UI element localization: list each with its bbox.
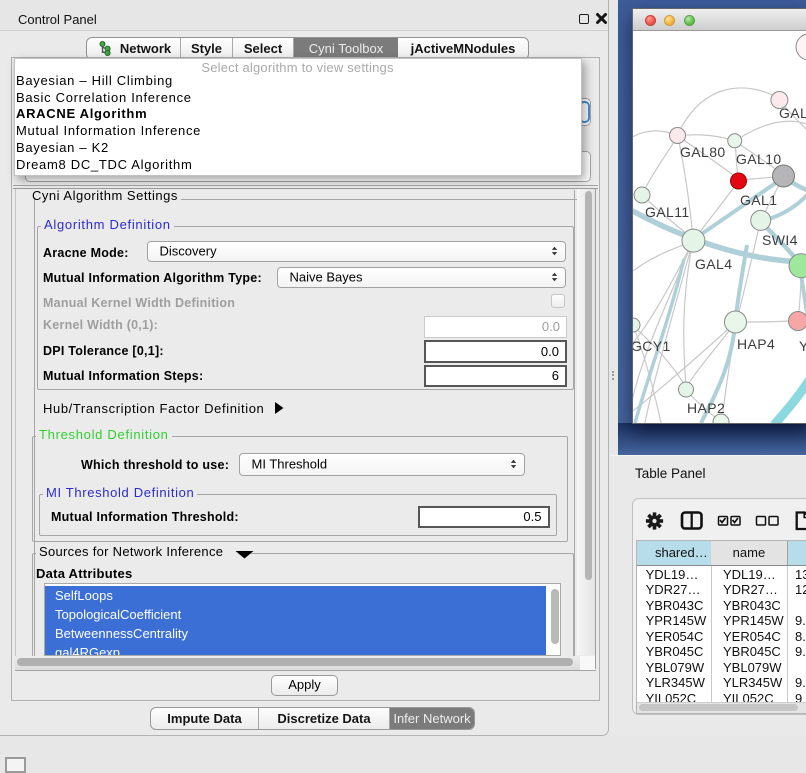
svg-text:GCY1: GCY1 <box>633 338 671 354</box>
svg-text:GAL11: GAL11 <box>645 204 690 220</box>
svg-text:SWI4: SWI4 <box>762 232 798 248</box>
svg-text:GAL80: GAL80 <box>680 144 726 160</box>
svg-text:GAL10: GAL10 <box>736 151 782 167</box>
svg-text:GAL1: GAL1 <box>740 192 777 208</box>
svg-text:GAL4: GAL4 <box>695 256 732 272</box>
svg-text:Y: Y <box>799 338 806 354</box>
svg-text:HAP4: HAP4 <box>737 336 775 352</box>
svg-text:GAL2: GAL2 <box>779 105 806 121</box>
svg-text:HAP2: HAP2 <box>687 400 725 416</box>
